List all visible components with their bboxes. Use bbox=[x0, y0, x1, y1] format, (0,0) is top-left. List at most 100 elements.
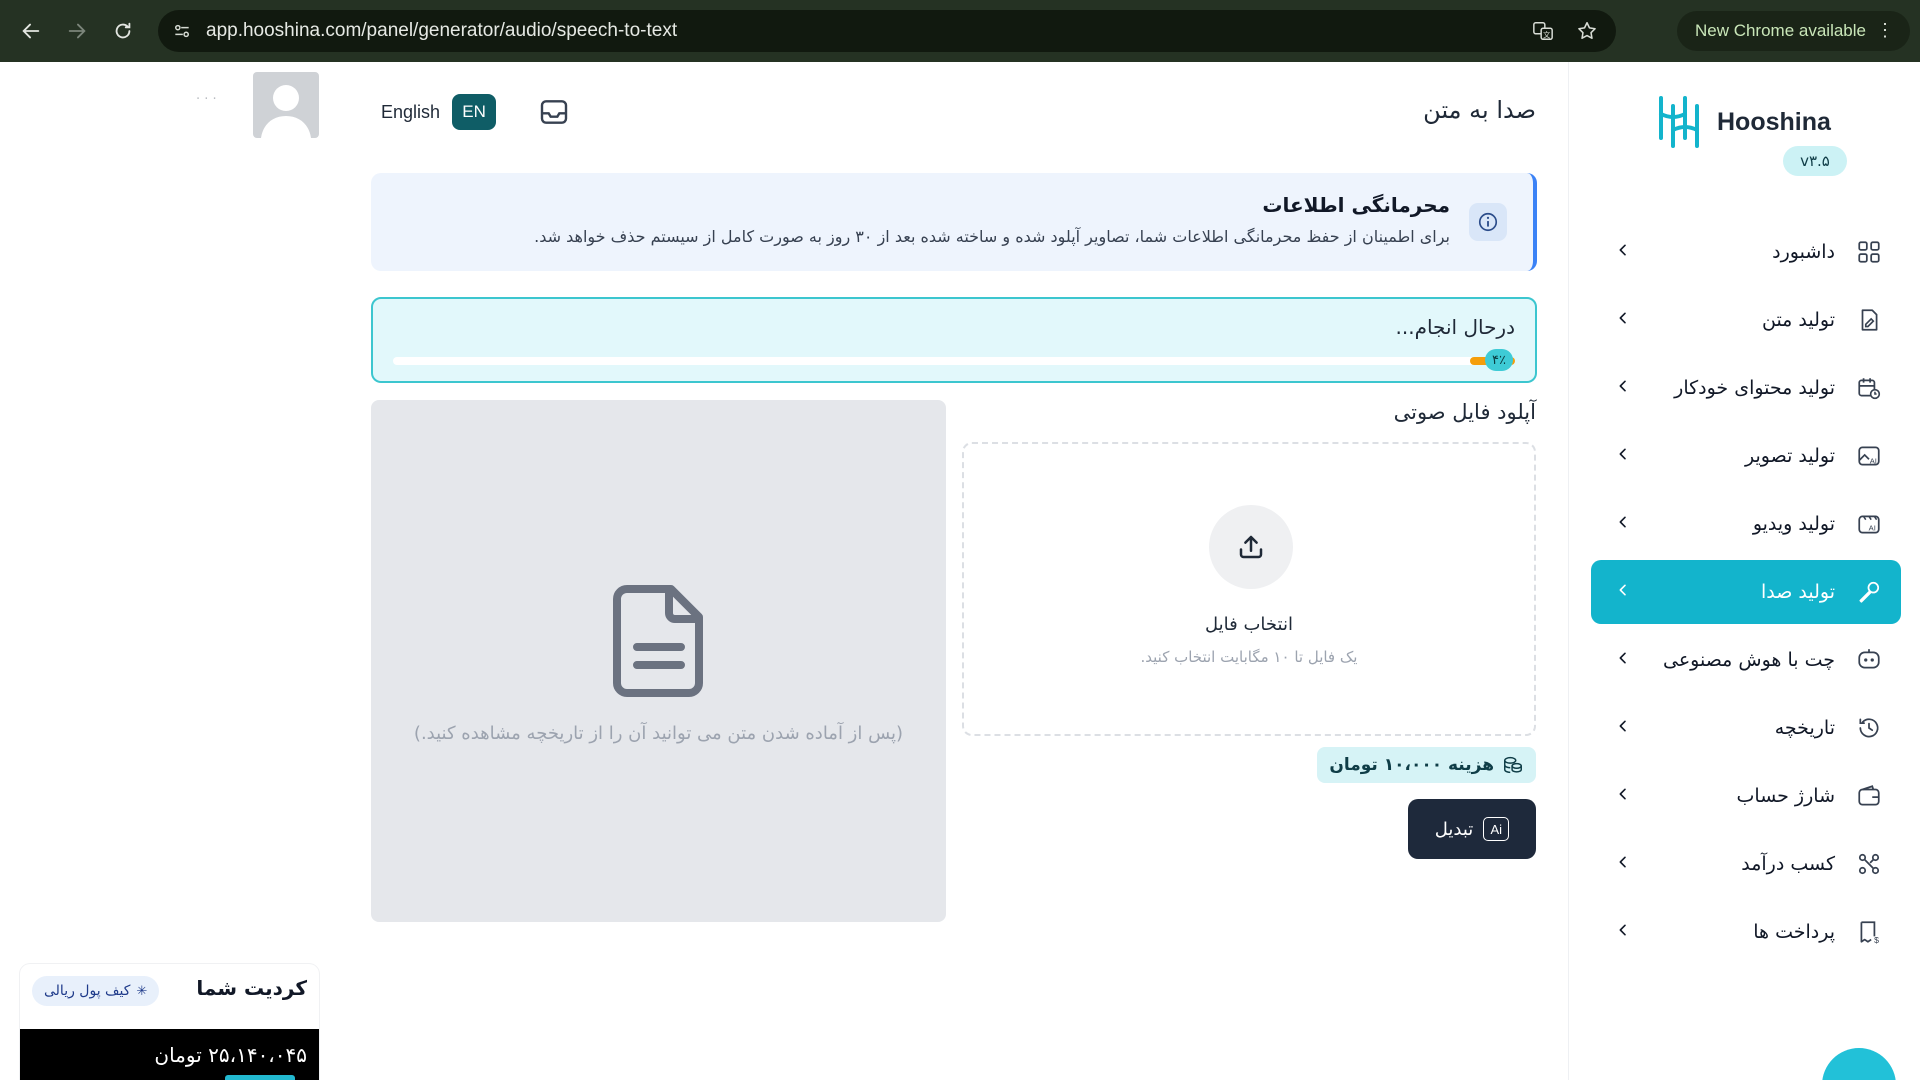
main-content: صدا به متن English EN محرمانگی اطلاعات ب… bbox=[338, 62, 1568, 1080]
brand-name: Hooshina bbox=[1717, 107, 1831, 136]
cost-label: هزینه ۱۰،۰۰۰ تومان bbox=[1329, 755, 1494, 775]
alert-text: برای اطمینان از حفظ محرمانگی اطلاعات شما… bbox=[534, 227, 1450, 246]
microphone-icon bbox=[1855, 578, 1883, 606]
chevron-left-icon[interactable] bbox=[1613, 514, 1633, 535]
convert-button[interactable]: Ai تبدیل bbox=[1408, 799, 1536, 859]
progress-label: درحال انجام... bbox=[1395, 315, 1516, 339]
sidebar-item-label: تولید ویدیو bbox=[1752, 513, 1835, 535]
ai-icon: Ai bbox=[1483, 817, 1510, 841]
calendar-clock-icon bbox=[1855, 374, 1883, 402]
new-chrome-label: New Chrome available bbox=[1694, 21, 1866, 40]
svg-text:AI: AI bbox=[1870, 457, 1877, 466]
sidebar-item-label: تولید محتوای خودکار bbox=[1674, 377, 1835, 399]
ai-video-icon: AI bbox=[1855, 510, 1883, 538]
brand-logo[interactable]: Hooshina bbox=[1649, 92, 1831, 152]
sidebar-item-6[interactable]: چت با هوش مصنوعی bbox=[1591, 628, 1901, 692]
result-preview: (پس از آماده شدن متن می توانید آن را از … bbox=[371, 400, 946, 922]
sidebar-item-label: تولید صدا bbox=[1760, 581, 1835, 603]
site-settings-icon[interactable] bbox=[172, 21, 192, 41]
sidebar-item-4[interactable]: AI تولید ویدیو bbox=[1591, 492, 1901, 556]
sidebar-item-label: تاریخچه bbox=[1774, 717, 1835, 739]
more-vertical-icon[interactable]: ⋮ bbox=[1876, 20, 1894, 41]
sidebar-item-9[interactable]: کسب درآمد bbox=[1591, 832, 1901, 896]
wallet-label: کیف پول ریالی bbox=[44, 983, 131, 999]
file-size-hint: یک فایل تا ۱۰ مگابایت انتخاب کنید. bbox=[1140, 648, 1358, 666]
sidebar-item-7[interactable]: تاریخچه bbox=[1591, 696, 1901, 760]
history-icon bbox=[1855, 714, 1883, 742]
chevron-left-icon[interactable] bbox=[1613, 582, 1633, 603]
chevron-left-icon[interactable] bbox=[1613, 786, 1633, 807]
sparkle-icon: ✳ bbox=[136, 983, 148, 999]
sidebar-item-label: پرداخت ها bbox=[1753, 921, 1835, 943]
share-network-icon bbox=[1855, 850, 1883, 878]
progress-track bbox=[393, 357, 1515, 365]
svg-text:AI: AI bbox=[1869, 524, 1876, 533]
inbox-icon[interactable] bbox=[538, 96, 570, 128]
version-badge: v۳.۵ bbox=[1783, 146, 1847, 176]
language-label[interactable]: English bbox=[381, 102, 440, 123]
sidebar-item-10[interactable]: $ پرداخت ها bbox=[1591, 900, 1901, 964]
choose-file-label[interactable]: انتخاب فایل bbox=[964, 614, 1534, 635]
svg-text:$: $ bbox=[1874, 935, 1879, 945]
progress-percent: ۴٪ bbox=[1485, 349, 1513, 371]
back-arrow-icon[interactable] bbox=[8, 8, 54, 54]
new-chrome-available-button[interactable]: New Chrome available ⋮ bbox=[1676, 11, 1910, 51]
convert-button-label: تبدیل bbox=[1434, 818, 1474, 840]
sidebar-item-2[interactable]: تولید محتوای خودکار bbox=[1591, 356, 1901, 420]
avatar[interactable] bbox=[253, 72, 319, 138]
forward-arrow-icon[interactable] bbox=[54, 8, 100, 54]
ai-chat-icon bbox=[1855, 646, 1883, 674]
translate-icon[interactable]: 文 bbox=[1532, 20, 1554, 42]
svg-text:文: 文 bbox=[1543, 30, 1551, 39]
sidebar-item-1[interactable]: تولید متن bbox=[1591, 288, 1901, 352]
credit-amount: ۲۵،۱۴۰،۰۴۵ تومان bbox=[154, 1042, 307, 1067]
document-icon bbox=[613, 585, 703, 697]
privacy-alert: محرمانگی اطلاعات برای اطمینان از حفظ محر… bbox=[371, 173, 1537, 271]
wallet-badge[interactable]: ✳ کیف پول ریالی bbox=[32, 976, 160, 1006]
sidebar-item-label: کسب درآمد bbox=[1741, 853, 1835, 875]
hooshina-logo-icon bbox=[1659, 96, 1699, 148]
bookmark-star-icon[interactable] bbox=[1576, 20, 1598, 42]
chevron-left-icon[interactable] bbox=[1613, 854, 1633, 875]
credit-accent-bar bbox=[225, 1075, 295, 1080]
credit-card: کردیت شما ✳ کیف پول ریالی ۲۵،۱۴۰،۰۴۵ توم… bbox=[20, 964, 319, 1080]
language-switcher[interactable]: English EN bbox=[381, 94, 497, 130]
sidebar-item-label: شارژ حساب bbox=[1736, 785, 1835, 807]
sidebar-item-3[interactable]: AI تولید تصویر bbox=[1591, 424, 1901, 488]
sidebar-item-label: داشبورد bbox=[1772, 241, 1835, 263]
receipt-icon: $ bbox=[1855, 918, 1883, 946]
chevron-left-icon[interactable] bbox=[1613, 446, 1633, 467]
user-name: · · · bbox=[196, 92, 217, 107]
reload-icon[interactable] bbox=[100, 8, 146, 54]
cost-badge: هزینه ۱۰،۰۰۰ تومان bbox=[1317, 747, 1536, 783]
dashboard-icon bbox=[1855, 238, 1883, 266]
chevron-left-icon[interactable] bbox=[1613, 242, 1633, 263]
chevron-left-icon[interactable] bbox=[1613, 310, 1633, 331]
sidebar-item-label: چت با هوش مصنوعی bbox=[1662, 649, 1835, 671]
sidebar-item-5[interactable]: تولید صدا bbox=[1591, 560, 1901, 624]
sidebar-item-8[interactable]: شارژ حساب bbox=[1591, 764, 1901, 828]
browser-toolbar: app.hooshina.com/panel/generator/audio/s… bbox=[0, 0, 1920, 62]
credit-title: کردیت شما bbox=[196, 976, 307, 1000]
language-code-badge[interactable]: EN bbox=[452, 94, 497, 130]
chevron-left-icon[interactable] bbox=[1613, 718, 1633, 739]
address-bar[interactable]: app.hooshina.com/panel/generator/audio/s… bbox=[158, 10, 1616, 52]
preview-placeholder: (پس از آماده شدن متن می توانید آن را از … bbox=[413, 723, 904, 744]
upload-button[interactable] bbox=[1209, 505, 1293, 589]
url-text[interactable]: app.hooshina.com/panel/generator/audio/s… bbox=[206, 20, 677, 42]
credit-amount-box: ۲۵،۱۴۰،۰۴۵ تومان bbox=[20, 1029, 319, 1080]
ai-image-icon: AI bbox=[1855, 442, 1883, 470]
alert-title: محرمانگی اطلاعات bbox=[1262, 193, 1450, 217]
sidebar: Hooshina v۳.۵ داشبورد تولید متن تولید محتو… bbox=[1568, 62, 1920, 1080]
upload-section-title: آپلود فایل صوتی bbox=[1393, 400, 1536, 424]
user-column: · · · کردیت شما ✳ کیف پول ریالی ۲۵،۱۴۰،۰… bbox=[0, 62, 338, 1080]
progress-panel: درحال انجام... ۴٪ bbox=[371, 297, 1537, 383]
chevron-left-icon[interactable] bbox=[1613, 378, 1633, 399]
chevron-left-icon[interactable] bbox=[1613, 650, 1633, 671]
page-title: صدا به متن bbox=[1423, 96, 1536, 124]
sidebar-item-label: تولید تصویر bbox=[1745, 445, 1835, 467]
file-dropzone[interactable]: انتخاب فایل یک فایل تا ۱۰ مگابایت انتخاب… bbox=[962, 442, 1536, 736]
chevron-left-icon[interactable] bbox=[1613, 922, 1633, 943]
sidebar-item-0[interactable]: داشبورد bbox=[1591, 220, 1901, 284]
wallet-icon bbox=[1855, 782, 1883, 810]
